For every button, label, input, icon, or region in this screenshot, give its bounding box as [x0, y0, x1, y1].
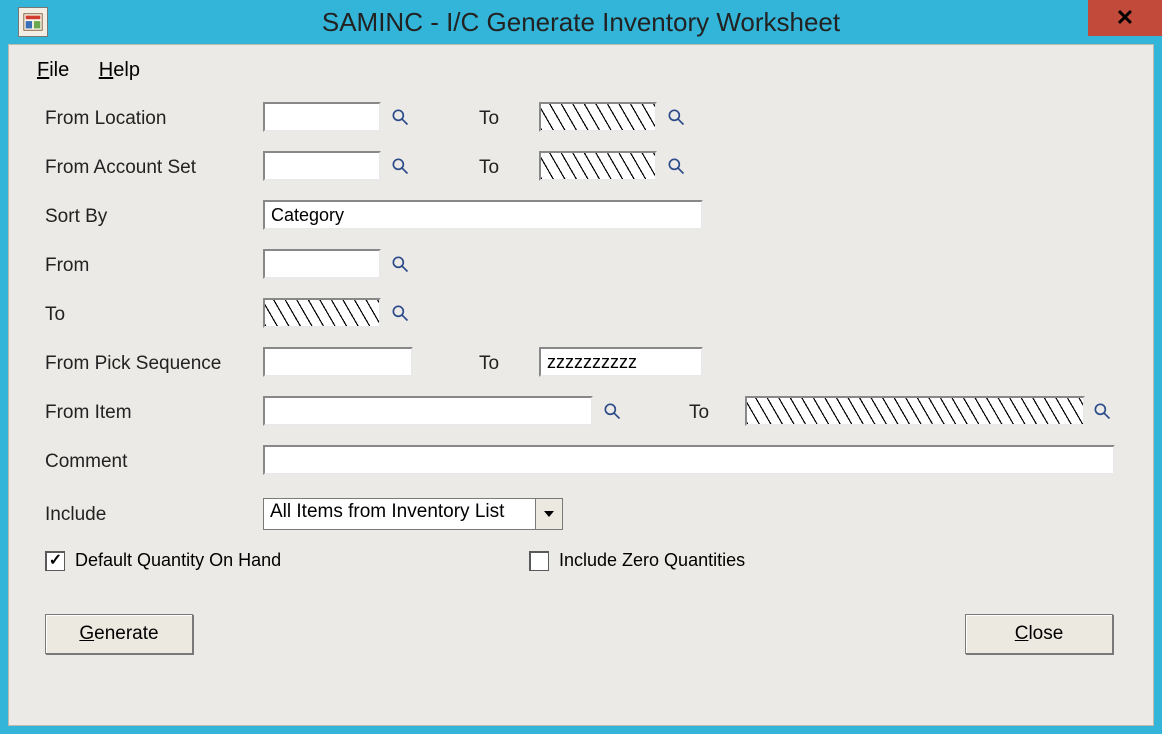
checkbox-icon: [45, 551, 65, 571]
app-window: SAMINC - I/C Generate Inventory Workshee…: [0, 0, 1162, 734]
label-to-location: To: [479, 108, 499, 130]
default-qty-on-hand-checkbox[interactable]: Default Quantity On Hand: [45, 550, 281, 571]
window-title: SAMINC - I/C Generate Inventory Workshee…: [0, 7, 1162, 38]
include-select[interactable]: All Items from Inventory List: [263, 498, 563, 530]
from-item-lookup-icon[interactable]: [601, 400, 623, 422]
label-from-sort: From: [45, 255, 89, 277]
to-location-lookup-icon[interactable]: [665, 106, 687, 128]
label-from-location: From Location: [45, 108, 166, 130]
menubar: File Help: [29, 45, 1133, 92]
app-icon: [18, 7, 48, 37]
chevron-down-icon: [535, 499, 562, 529]
checkbox-icon: [529, 551, 549, 571]
include-select-value: All Items from Inventory List: [264, 499, 535, 529]
from-sort-lookup-icon[interactable]: [389, 253, 411, 275]
sort-by-field[interactable]: [263, 200, 703, 230]
label-include: Include: [45, 504, 106, 526]
titlebar: SAMINC - I/C Generate Inventory Workshee…: [0, 0, 1162, 44]
menu-file[interactable]: File: [37, 59, 69, 82]
close-icon: ✕: [1116, 5, 1134, 31]
from-item-field[interactable]: [263, 396, 593, 426]
form: From Location To From Account Set To Sor: [29, 92, 1133, 712]
to-location-field[interactable]: [539, 102, 657, 132]
label-from-pick-seq: From Pick Sequence: [45, 353, 221, 375]
comment-field[interactable]: [263, 445, 1115, 475]
to-account-set-field[interactable]: [539, 151, 657, 181]
to-pick-seq-field[interactable]: [539, 347, 703, 377]
label-to-sort: To: [45, 304, 65, 326]
label-from-item: From Item: [45, 402, 132, 424]
menu-help[interactable]: Help: [99, 59, 140, 82]
include-zero-qty-checkbox[interactable]: Include Zero Quantities: [529, 550, 745, 571]
to-sort-field[interactable]: [263, 298, 381, 328]
default-qty-on-hand-label: Default Quantity On Hand: [75, 550, 281, 571]
label-sort-by: Sort By: [45, 206, 107, 228]
from-account-set-lookup-icon[interactable]: [389, 155, 411, 177]
from-location-field[interactable]: [263, 102, 381, 132]
from-pick-seq-field[interactable]: [263, 347, 413, 377]
label-to-item: To: [689, 402, 709, 424]
include-zero-qty-label: Include Zero Quantities: [559, 550, 745, 571]
label-to-pick-seq: To: [479, 353, 499, 375]
to-account-set-lookup-icon[interactable]: [665, 155, 687, 177]
close-button[interactable]: Close: [965, 614, 1113, 654]
from-sort-field[interactable]: [263, 249, 381, 279]
label-comment: Comment: [45, 451, 127, 473]
to-item-field[interactable]: [745, 396, 1085, 426]
from-account-set-field[interactable]: [263, 151, 381, 181]
to-sort-lookup-icon[interactable]: [389, 302, 411, 324]
to-item-lookup-icon[interactable]: [1091, 400, 1113, 422]
label-from-account-set: From Account Set: [45, 157, 196, 179]
window-close-button[interactable]: ✕: [1088, 0, 1162, 36]
label-to-account-set: To: [479, 157, 499, 179]
from-location-lookup-icon[interactable]: [389, 106, 411, 128]
generate-button[interactable]: Generate: [45, 614, 193, 654]
client-area: File Help From Location To From Account …: [8, 44, 1154, 726]
